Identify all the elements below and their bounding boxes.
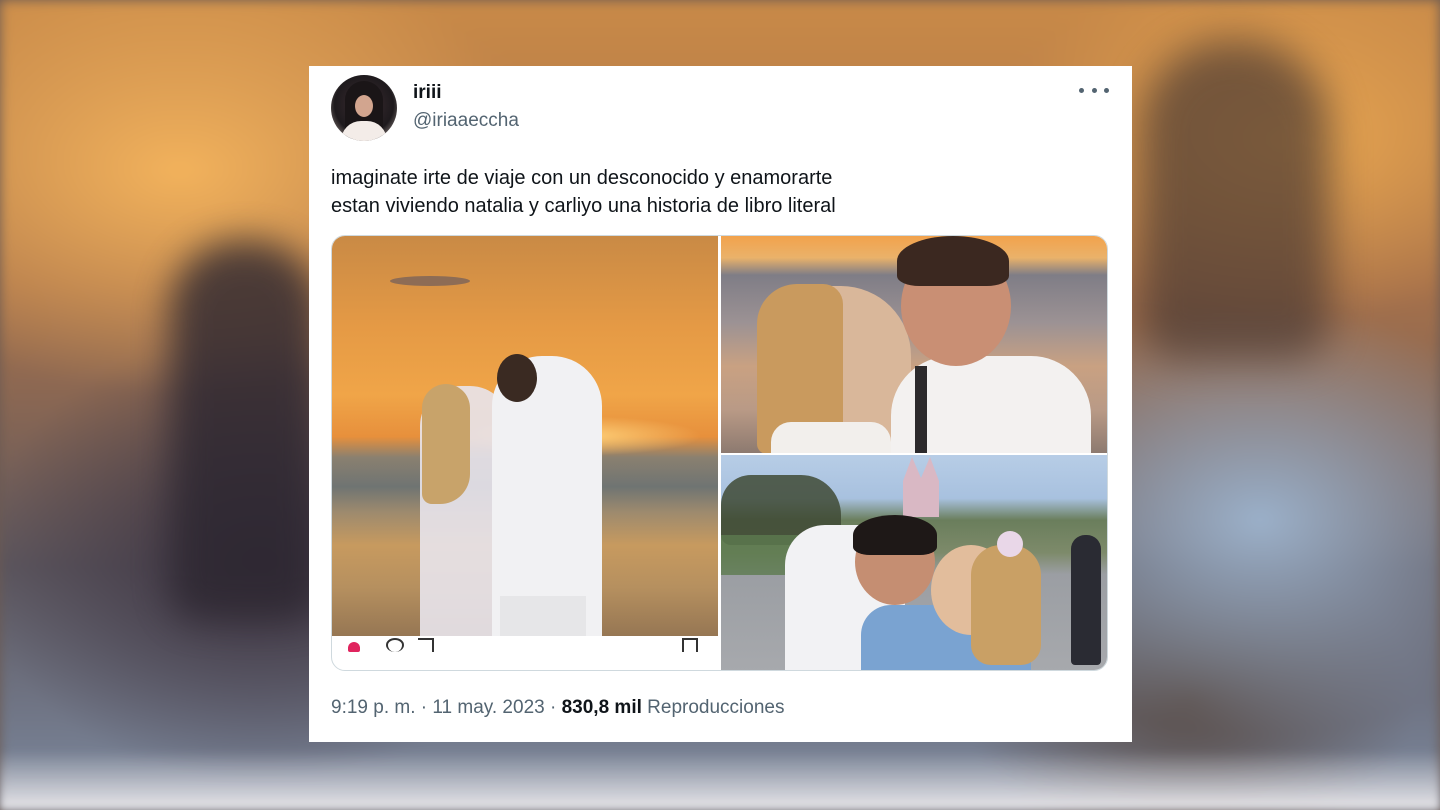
author-display-name[interactable]: iriii: [413, 82, 442, 104]
more-options-icon[interactable]: [1079, 78, 1109, 102]
blurred-background-figure: [1140, 40, 1330, 360]
photo-cropped-toolbar: [332, 636, 718, 654]
photo-beach-selfie[interactable]: [721, 236, 1107, 453]
views-count: 830,8 mil: [561, 697, 642, 718]
tweet-time[interactable]: 9:19 p. m.: [331, 697, 416, 718]
photo-detail: [897, 236, 1009, 286]
more-dot: [1091, 87, 1097, 93]
screenshot-stage: iriii @iriaaeccha imaginate irte de viaj…: [0, 0, 1440, 810]
blurred-background-bottom: [0, 750, 1440, 810]
more-dot: [1104, 87, 1109, 93]
comment-icon: [386, 638, 404, 652]
author-avatar[interactable]: [331, 75, 397, 141]
photo-castle-kiss[interactable]: [721, 455, 1107, 670]
photo-detail: [422, 384, 470, 504]
tweet-card: iriii @iriaaeccha imaginate irte de viaj…: [309, 66, 1132, 742]
tweet-text: imaginate irte de viaje con un desconoci…: [331, 164, 1091, 220]
author-handle[interactable]: @iriaaeccha: [413, 110, 519, 132]
tweet-date[interactable]: 11 may. 2023: [432, 697, 544, 718]
photo-detail: [971, 545, 1041, 665]
tweet-meta: 9:19 p. m. · 11 may. 2023 · 830,8 mil Re…: [331, 697, 784, 719]
photo-detail: [771, 422, 891, 453]
photo-detail: [1071, 535, 1101, 665]
meta-separator: ·: [549, 697, 557, 718]
blurred-background-figure: [170, 240, 320, 620]
photo-detail: [497, 354, 537, 402]
tweet-text-line: estan viviendo natalia y carliyo una his…: [331, 195, 836, 217]
heart-icon: [348, 642, 360, 652]
share-icon: [418, 638, 434, 652]
photo-detail: [853, 515, 937, 555]
photo-detail: [390, 276, 470, 286]
more-dot: [1079, 87, 1084, 93]
views-label: Reproducciones: [647, 697, 785, 718]
avatar-face: [355, 95, 373, 117]
bookmark-icon: [682, 638, 698, 652]
photo-detail: [997, 531, 1023, 557]
photo-detail: [915, 366, 927, 453]
tweet-media-grid: [331, 235, 1108, 671]
photo-beach-sunset-kiss[interactable]: [332, 236, 718, 654]
meta-separator: ·: [420, 697, 428, 718]
tweet-text-line: imaginate irte de viaje con un desconoci…: [331, 167, 833, 189]
photo-detail: [903, 457, 939, 517]
